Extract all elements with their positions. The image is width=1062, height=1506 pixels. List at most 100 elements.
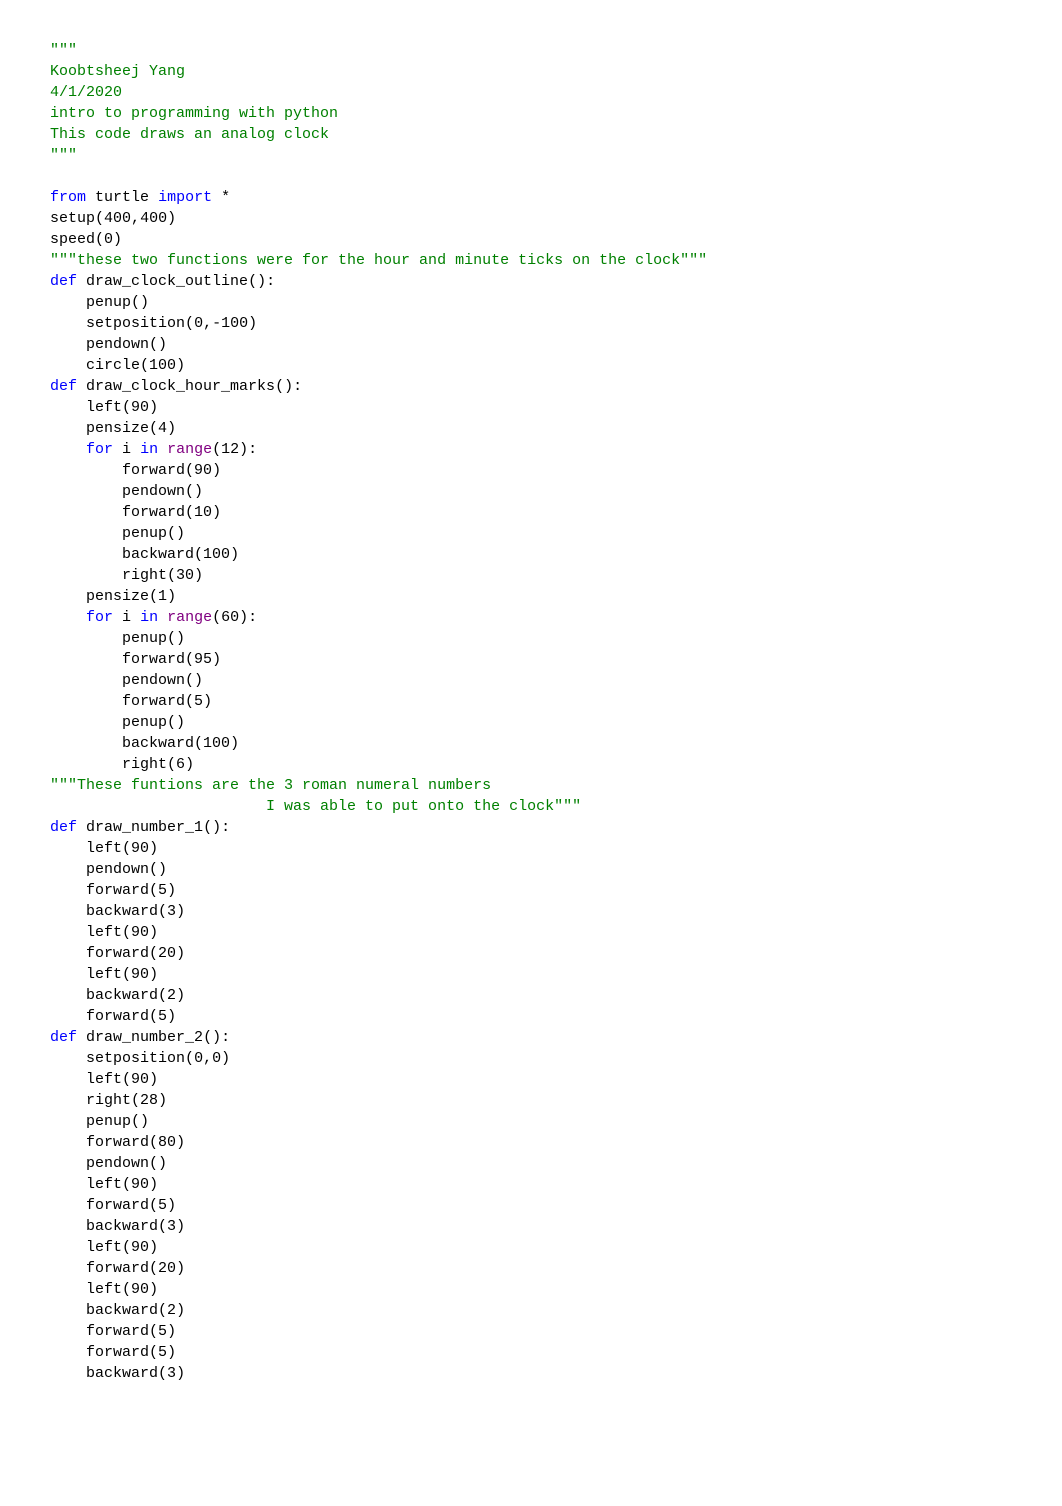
docstring-course: intro to programming with python bbox=[50, 105, 338, 122]
num: 5 bbox=[194, 693, 203, 710]
fn-forward: forward bbox=[122, 693, 185, 710]
docstring-author: Koobtsheej Yang bbox=[50, 63, 185, 80]
fn-left: left bbox=[86, 1239, 122, 1256]
fn-backward: backward bbox=[86, 1218, 158, 1235]
num: 3 bbox=[167, 1218, 176, 1235]
num: 4 bbox=[158, 420, 167, 437]
num: 95 bbox=[194, 651, 212, 668]
fn-left: left bbox=[86, 924, 122, 941]
fn-left: left bbox=[86, 399, 122, 416]
stmt: penup() bbox=[122, 525, 185, 542]
fn-name: draw_clock_outline bbox=[86, 273, 248, 290]
fn-forward: forward bbox=[122, 504, 185, 521]
num: 100 bbox=[149, 357, 176, 374]
num: 6 bbox=[176, 756, 185, 773]
fn-left: left bbox=[86, 1176, 122, 1193]
stmt: pendown() bbox=[86, 861, 167, 878]
num: 5 bbox=[158, 882, 167, 899]
num: 20 bbox=[158, 945, 176, 962]
kw-def: def bbox=[50, 378, 77, 395]
stmt: penup() bbox=[122, 714, 185, 731]
num: 400 bbox=[104, 210, 131, 227]
num: 28 bbox=[140, 1092, 158, 1109]
fn-pensize: pensize bbox=[86, 588, 149, 605]
num: 3 bbox=[167, 903, 176, 920]
fn-backward: backward bbox=[86, 987, 158, 1004]
kw-import: import bbox=[158, 189, 212, 206]
fn-forward: forward bbox=[86, 1260, 149, 1277]
num: 5 bbox=[158, 1323, 167, 1340]
num: 1 bbox=[158, 588, 167, 605]
fn-backward: backward bbox=[86, 1302, 158, 1319]
num: 100 bbox=[203, 546, 230, 563]
num: 0 bbox=[212, 1050, 221, 1067]
fn-forward: forward bbox=[86, 1323, 149, 1340]
fn-left: left bbox=[86, 840, 122, 857]
num: 90 bbox=[131, 1176, 149, 1193]
fn-forward: forward bbox=[86, 1134, 149, 1151]
num: 0 bbox=[194, 1050, 203, 1067]
kw-from: from bbox=[50, 189, 86, 206]
stmt: pendown() bbox=[122, 483, 203, 500]
num: 12 bbox=[221, 441, 239, 458]
fn-forward: forward bbox=[86, 1008, 149, 1025]
num: 2 bbox=[167, 1302, 176, 1319]
stmt: pendown() bbox=[122, 672, 203, 689]
builtin-range: range bbox=[167, 609, 212, 626]
fn-right: right bbox=[86, 1092, 131, 1109]
num: 90 bbox=[131, 924, 149, 941]
fn-forward: forward bbox=[86, 1344, 149, 1361]
fn-forward: forward bbox=[122, 462, 185, 479]
fn-backward: backward bbox=[122, 735, 194, 752]
kw-in: in bbox=[140, 441, 158, 458]
num: 90 bbox=[131, 966, 149, 983]
fn-forward: forward bbox=[86, 882, 149, 899]
num: 90 bbox=[131, 399, 149, 416]
kw-def: def bbox=[50, 819, 77, 836]
num: 10 bbox=[194, 504, 212, 521]
fn-backward: backward bbox=[86, 903, 158, 920]
builtin-range: range bbox=[167, 441, 212, 458]
fn-left: left bbox=[86, 1281, 122, 1298]
fn-name: draw_clock_hour_marks bbox=[86, 378, 275, 395]
docstring-roman-1: """These funtions are the 3 roman numera… bbox=[50, 777, 491, 794]
paren-colon: (): bbox=[203, 819, 230, 836]
fn-name: draw_number_1 bbox=[86, 819, 203, 836]
fn-left: left bbox=[86, 1071, 122, 1088]
kw-def: def bbox=[50, 273, 77, 290]
num: 0 bbox=[104, 231, 113, 248]
mod-turtle: turtle bbox=[95, 189, 149, 206]
num: 5 bbox=[158, 1344, 167, 1361]
num: 90 bbox=[131, 1071, 149, 1088]
docstring-date: 4/1/2020 bbox=[50, 84, 122, 101]
fn-setposition: setposition bbox=[86, 315, 185, 332]
fn-forward: forward bbox=[86, 1197, 149, 1214]
fn-forward: forward bbox=[86, 945, 149, 962]
docstring-roman-2: I was able to put onto the clock""" bbox=[50, 798, 581, 815]
num: 100 bbox=[203, 735, 230, 752]
fn-left: left bbox=[86, 966, 122, 983]
num: -100 bbox=[212, 315, 248, 332]
num: 30 bbox=[176, 567, 194, 584]
var-i: i bbox=[122, 441, 131, 458]
num: 80 bbox=[158, 1134, 176, 1151]
fn-speed: speed bbox=[50, 231, 95, 248]
num: 3 bbox=[167, 1365, 176, 1382]
fn-right: right bbox=[122, 756, 167, 773]
num: 90 bbox=[131, 1281, 149, 1298]
stmt: penup() bbox=[122, 630, 185, 647]
fn-setposition: setposition bbox=[86, 1050, 185, 1067]
num: 5 bbox=[158, 1008, 167, 1025]
fn-forward: forward bbox=[122, 651, 185, 668]
stmt: penup() bbox=[86, 1113, 149, 1130]
docstring-two-fns: """these two functions were for the hour… bbox=[50, 252, 707, 269]
kw-in: in bbox=[140, 609, 158, 626]
fn-backward: backward bbox=[122, 546, 194, 563]
docstring-open: """ bbox=[50, 42, 77, 59]
num: 20 bbox=[158, 1260, 176, 1277]
num: 90 bbox=[131, 840, 149, 857]
fn-circle: circle bbox=[86, 357, 140, 374]
num: 0 bbox=[194, 315, 203, 332]
num: 90 bbox=[194, 462, 212, 479]
fn-pensize: pensize bbox=[86, 420, 149, 437]
